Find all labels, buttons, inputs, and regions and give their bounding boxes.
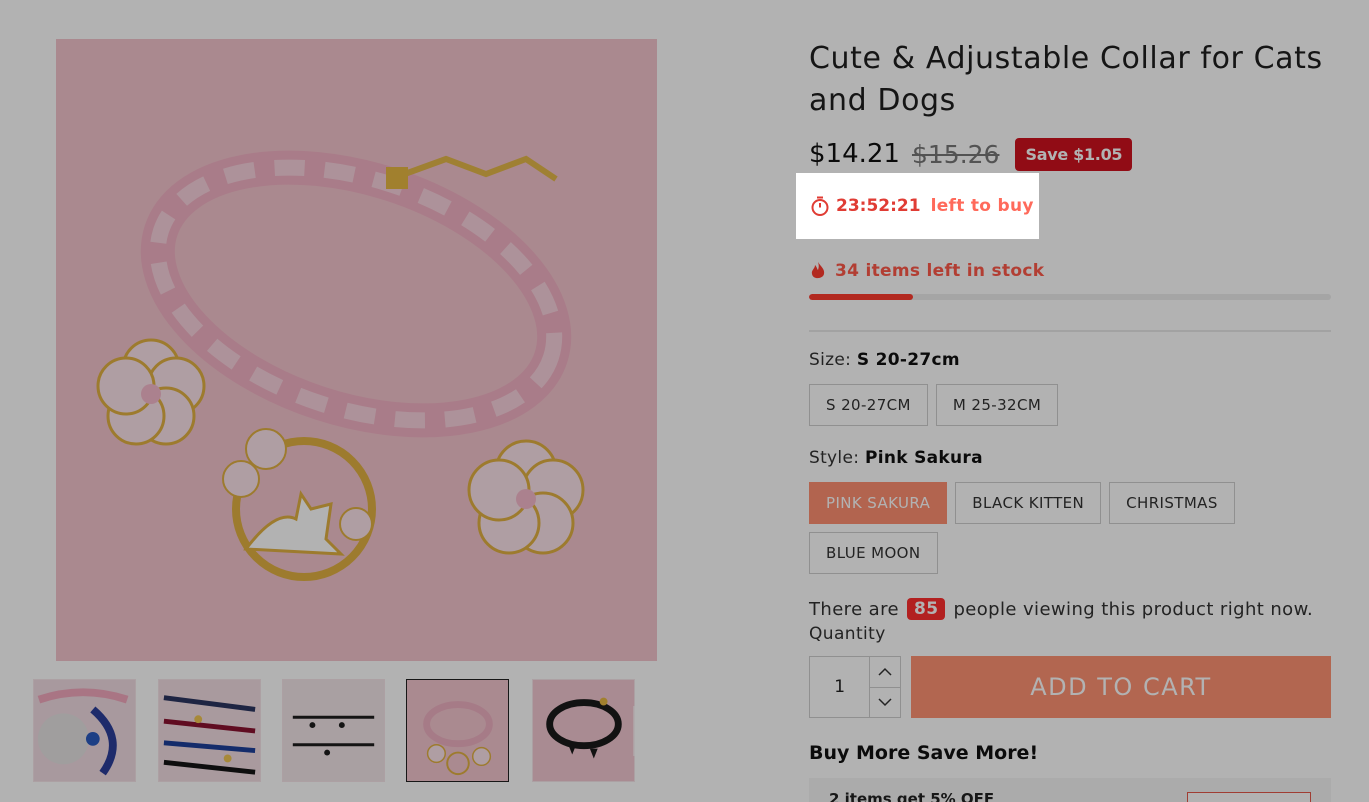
size-option-m[interactable]: M 25-32CM [935,384,1059,426]
size-options: S 20-27CM M 25-32CM [809,384,1331,426]
bundle-title: Buy More Save More! [809,742,1039,764]
thumbnail-4[interactable] [406,679,509,782]
product-page: ‹ [0,0,1369,802]
divider [809,330,1331,332]
compare-price: $15.26 [911,139,1000,169]
thumbnail-image [283,680,384,781]
chevron-right-icon[interactable]: › [633,706,657,756]
style-label-text: Style: [809,448,860,468]
stock-progress-fill [809,294,914,300]
countdown-timer-highlight: 23:52:21 left to buy [796,173,1039,239]
viewers-count: 85 [907,598,946,620]
save-badge: Save $1.05 [1015,137,1133,171]
thumbnail-3[interactable] [282,679,385,782]
collar-photo [56,39,657,661]
add-to-cart-button[interactable]: ADD TO CART [911,656,1331,718]
chevron-up-icon[interactable] [870,657,900,687]
product-main-image[interactable] [56,39,657,661]
viewers-suffix: people viewing this product right now. [953,598,1314,620]
style-option-black-kitten[interactable]: BLACK KITTEN [955,482,1102,524]
countdown-label: left to buy [930,196,1034,216]
size-option-s[interactable]: S 20-27CM [809,384,928,426]
stock-text: 34 items left in stock [835,261,1045,281]
style-selected: Pink Sakura [864,448,983,468]
thumbnail-2[interactable] [158,679,261,782]
price-row: $14.21 $15.26 Save $1.05 [809,136,1331,172]
product-title: Cute & Adjustable Collar for Cats and Do… [809,41,1323,118]
countdown-time: 23:52:21 [836,196,921,216]
thumbnail-strip: ‹ [22,678,657,782]
sale-price: $14.21 [809,139,900,169]
buy-row: 1 ADD TO CART [809,656,1331,718]
thumbnail-1[interactable] [33,679,136,782]
quantity-label: Quantity [809,624,886,644]
bundle-tier-1-text: 2 items get 5% OFF [829,790,995,802]
stock-indicator: 34 items left in stock [809,260,1331,282]
thumbnail-image [34,680,135,781]
flame-icon [811,262,825,279]
viewers-prefix: There are [809,598,899,620]
chevron-down-icon[interactable] [870,686,900,718]
bundle-tier-1: 2 items get 5% OFF [809,778,1331,802]
style-option-christmas[interactable]: CHRISTMAS [1109,482,1235,524]
style-option-blue-moon[interactable]: BLUE MOON [809,532,938,574]
style-label: Style: Pink Sakura [809,448,1331,468]
thumbnail-image [159,680,260,781]
stock-progress-bar [809,294,1331,300]
style-option-pink-sakura[interactable]: PINK SAKURA [809,482,948,524]
bundle-tier-1-button[interactable] [1187,792,1311,802]
size-label: Size: S 20-27cm [809,350,1331,370]
thumbnail-image [407,680,508,781]
stopwatch-icon [811,196,829,216]
size-selected: S 20-27cm [856,350,960,370]
quantity-input[interactable]: 1 [810,657,869,717]
product-info: Cute & Adjustable Collar for Cats and Do… [796,38,1331,802]
quantity-stepper: 1 [809,656,901,718]
style-options: PINK SAKURA BLACK KITTEN CHRISTMAS BLUE … [809,482,1331,574]
thumbnail-5[interactable] [532,679,635,782]
size-label-text: Size: [809,350,852,370]
thumbnail-image [533,680,634,781]
viewers-notice: There are 85 people viewing this product… [809,598,1331,620]
quantity-buttons [869,657,900,717]
